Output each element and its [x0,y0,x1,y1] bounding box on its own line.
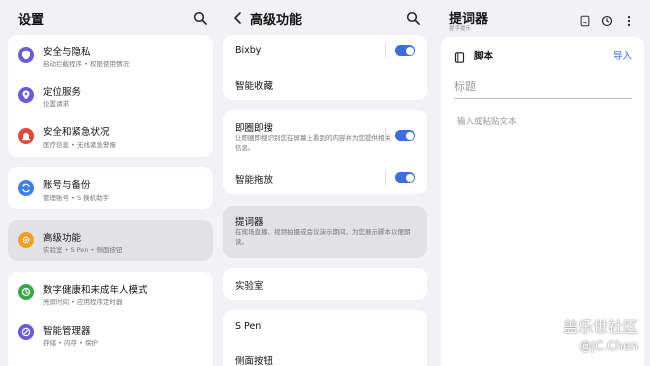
settings-item-emergency[interactable]: 安全和紧急状况 医疗信息 • 无线紧急警报 [8,115,213,157]
search-icon[interactable] [406,10,420,25]
smart-collect-row[interactable]: 智能收藏 [223,67,427,100]
wellbeing-icon [18,284,34,300]
more-options-icon[interactable] [623,12,637,26]
search-icon[interactable] [193,10,207,25]
teleprompter-header: 提词器 提字提示 [438,0,650,34]
item-title: 高级功能 [43,233,82,244]
item-title: 数字健康和未成年人模式 [43,285,148,296]
settings-group-privacy: 安全与隐私 启动拦截程序 • 权限使用情况 定位服务 位置请求 安全和紧急状况 … [8,35,213,157]
teleprompter-description: 在现场直播、视频拍摄或会议演示期间，为您展示脚本以便朗读。 [235,228,411,246]
smart-collect-label: 智能收藏 [235,81,274,92]
teleprompter-row[interactable]: 提词器 在现场直播、视频拍摄或会议演示期间，为您展示脚本以便朗读。 [223,206,427,258]
bixby-label: Bixby [235,45,262,56]
bixby-row[interactable]: Bixby [223,35,427,67]
advanced-group-bixby: Bixby 智能收藏 [223,35,427,100]
item-subtitle: 亮屏时间 • 应用程序定时器 [43,298,123,306]
page-title: 高级功能 [250,13,303,28]
item-title: 智能管理器 [43,326,91,337]
shield-icon [18,47,34,63]
item-title: 定位服务 [43,87,82,98]
settings-item-location[interactable]: 定位服务 位置请求 [8,75,213,115]
item-subtitle: 存储 • 内存 • 保护 [43,339,98,347]
divider [385,171,386,185]
bixby-toggle[interactable] [395,45,415,56]
history-icon[interactable] [601,12,615,27]
page-subtitle: 提字提示 [449,26,472,32]
item-subtitle: 管理账号 • S 换机助手 [43,194,110,202]
settings-item-privacy[interactable]: 安全与隐私 启动拦截程序 • 权限使用情况 [8,35,213,75]
divider [385,128,386,142]
back-arrow-icon[interactable] [231,10,245,24]
spen-row[interactable]: S Pen [223,310,427,344]
item-subtitle: 启动拦截程序 • 权限使用情况 [43,60,129,68]
spen-label: S Pen [235,321,262,332]
device-care-icon [18,324,34,340]
smart-drag-label: 智能拖放 [235,175,274,186]
advanced-group-search: 即圈即搜 让即圈即搜识别您在屏幕上看到的内容并为您提供相关信息。 智能拖放 [223,110,427,194]
circle-search-label: 即圈即搜 [235,123,274,134]
circle-search-row[interactable]: 即圈即搜 让即圈即搜识别您在屏幕上看到的内容并为您提供相关信息。 [223,110,427,162]
circle-search-toggle[interactable] [395,130,415,141]
advanced-group-spen: S Pen 侧面按钮 [223,310,427,366]
item-title: 安全与隐私 [43,47,91,58]
watermark-author: @JC.Chen [579,339,638,353]
settings-item-accounts[interactable]: 账号与备份 管理账号 • S 换机助手 [8,167,213,209]
labs-row[interactable]: 实验室 [223,268,427,300]
settings-group-wellbeing: 数字健康和未成年人模式 亮屏时间 • 应用程序定时器 智能管理器 存储 • 内存… [8,272,213,366]
location-pin-icon [18,87,34,103]
labs-label: 实验室 [235,281,264,292]
item-subtitle: 位置请求 [43,100,69,108]
gear-plus-icon [18,232,34,248]
page-title: 设置 [18,13,45,28]
smart-drag-toggle[interactable] [395,172,415,183]
settings-item-advanced[interactable]: 高级功能 实验室 • S Pen • 侧面按钮 [8,220,213,261]
script-icon [454,48,465,63]
settings-item-wellbeing[interactable]: 数字健康和未成年人模式 亮屏时间 • 应用程序定时器 [8,272,213,312]
script-label: 脚本 [474,51,494,62]
smart-drag-row[interactable]: 智能拖放 [223,166,427,194]
circle-search-description: 让即圈即搜识别您在屏幕上看到的内容并为您提供相关信息。 [235,134,391,152]
import-button[interactable]: 导入 [613,48,632,62]
item-title: 安全和紧急状况 [43,127,110,138]
divider [385,44,386,58]
title-input[interactable]: 标题 [454,78,632,99]
emergency-icon [18,128,34,144]
document-icon[interactable] [579,12,593,27]
item-subtitle: 医疗信息 • 无线紧急警报 [43,141,116,149]
watermark-community: 盖乐世社区 [562,318,638,336]
settings-header: 设置 [0,0,220,34]
side-button-label: 侧面按钮 [235,356,274,366]
settings-group-accounts: 账号与备份 管理账号 • S 换机助手 [8,167,213,209]
teleprompter-panel: 提词器 提字提示 脚本 导入 标题 输入或粘贴文本 盖乐世社区 @JC.Chen [438,0,650,366]
sync-icon [18,180,34,196]
advanced-features-panel: 高级功能 Bixby 智能收藏 即圈即搜 让即圈即搜识别您在屏幕上看到的内容并为… [220,0,438,366]
item-title: 账号与备份 [43,180,91,191]
item-subtitle: 实验室 • S Pen • 侧面按钮 [43,246,123,254]
script-text-input[interactable]: 输入或粘贴文本 [457,115,517,127]
settings-item-device-care[interactable]: 智能管理器 存储 • 内存 • 保护 [8,314,213,354]
settings-panel: 设置 安全与隐私 启动拦截程序 • 权限使用情况 定位服务 位置请求 安全和紧急… [0,0,220,366]
teleprompter-label: 提词器 [235,217,264,228]
side-button-row[interactable]: 侧面按钮 [223,344,427,366]
advanced-header: 高级功能 [220,0,438,34]
